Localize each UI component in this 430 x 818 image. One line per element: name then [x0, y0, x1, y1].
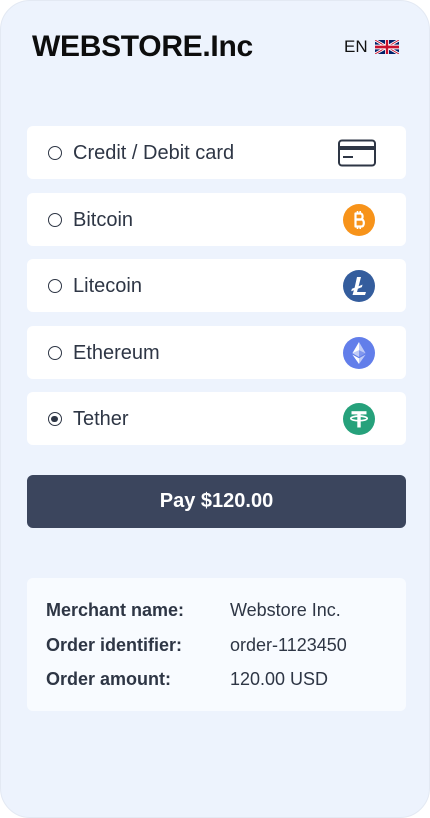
litecoin-icon	[343, 270, 375, 303]
radio-button[interactable]	[48, 345, 62, 360]
payment-page: WEBSTORE.Inc EN Credit / Debit card Bitc…	[0, 0, 430, 818]
order-info-panel: Merchant name: Webstore Inc. Order ident…	[27, 578, 406, 711]
amount-label: Order amount:	[46, 669, 172, 689]
amount-value: 120.00 USD	[230, 669, 329, 689]
payment-method-ethereum[interactable]: Ethereum	[27, 325, 406, 379]
order-id-label: Order identifier:	[46, 635, 183, 655]
radio-button[interactable]	[48, 146, 62, 160]
merchant-value: Webstore Inc.	[230, 600, 341, 620]
radio-button[interactable]	[48, 212, 62, 227]
tether-icon	[343, 403, 375, 436]
payment-method-litecoin[interactable]: Litecoin	[27, 259, 406, 313]
uk-flag-icon	[374, 40, 399, 54]
credit-card-icon	[338, 139, 376, 167]
payment-method-tether[interactable]: Tether	[27, 392, 406, 446]
order-id-value: order-1123450	[230, 635, 347, 655]
payment-method-label: Litecoin	[73, 275, 142, 298]
payment-method-label: Tether	[73, 408, 129, 431]
radio-button-selected[interactable]	[48, 412, 62, 427]
ethereum-icon	[343, 336, 375, 369]
merchant-label: Merchant name:	[46, 600, 185, 620]
language-code: EN	[344, 37, 368, 56]
payment-method-card[interactable]: Credit / Debit card	[27, 126, 406, 179]
payment-method-label: Ethereum	[73, 341, 160, 364]
radio-button[interactable]	[48, 279, 62, 294]
brand-logo-text: WEBSTORE.Inc	[32, 30, 253, 63]
payment-method-bitcoin[interactable]: Bitcoin	[27, 192, 406, 246]
payment-method-label: Bitcoin	[73, 208, 134, 231]
bitcoin-icon	[343, 203, 375, 236]
pay-button[interactable]: Pay $120.00	[27, 475, 406, 528]
payment-method-list: Credit / Debit card Bitcoin Litecoin Eth…	[27, 126, 406, 459]
payment-method-label: Credit / Debit card	[73, 142, 235, 164]
language-selector[interactable]: EN	[344, 37, 399, 57]
